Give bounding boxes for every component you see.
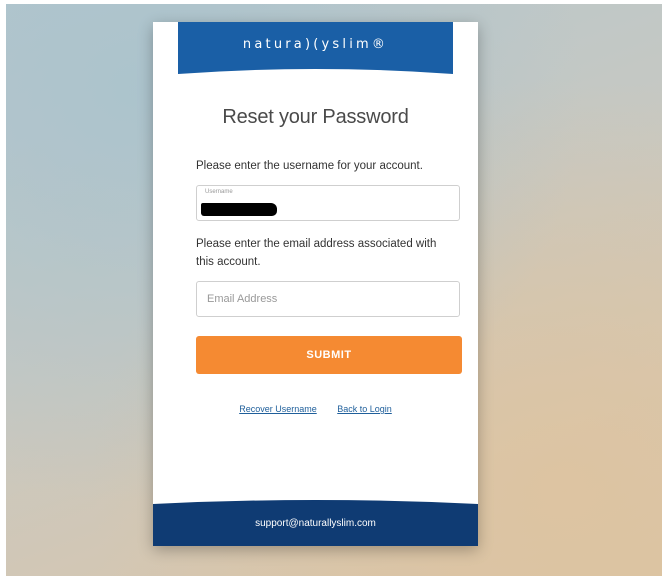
username-field[interactable]: Username: [196, 185, 460, 221]
email-input[interactable]: [197, 282, 459, 316]
support-email[interactable]: support@naturallyslim.com: [153, 518, 478, 529]
username-prompt: Please enter the username for your accou…: [196, 160, 423, 172]
card-footer: support@naturallyslim.com: [153, 500, 478, 546]
email-field-wrapper: [196, 281, 460, 317]
auth-links: Recover Username Back to Login: [153, 404, 478, 414]
reset-password-card: natura)(yslim® Reset your Password Pleas…: [153, 22, 478, 546]
card-header: natura)(yslim®: [178, 22, 453, 78]
page-title: Reset your Password: [222, 106, 409, 128]
redacted-username-value: [201, 203, 277, 216]
username-label: Username: [205, 189, 233, 195]
email-prompt: Please enter the email address associate…: [196, 238, 437, 268]
recover-username-link[interactable]: Recover Username: [239, 404, 317, 414]
submit-button[interactable]: SUBMIT: [196, 336, 462, 374]
brand-logo: natura)(yslim®: [242, 37, 389, 52]
back-to-login-link[interactable]: Back to Login: [337, 404, 392, 414]
